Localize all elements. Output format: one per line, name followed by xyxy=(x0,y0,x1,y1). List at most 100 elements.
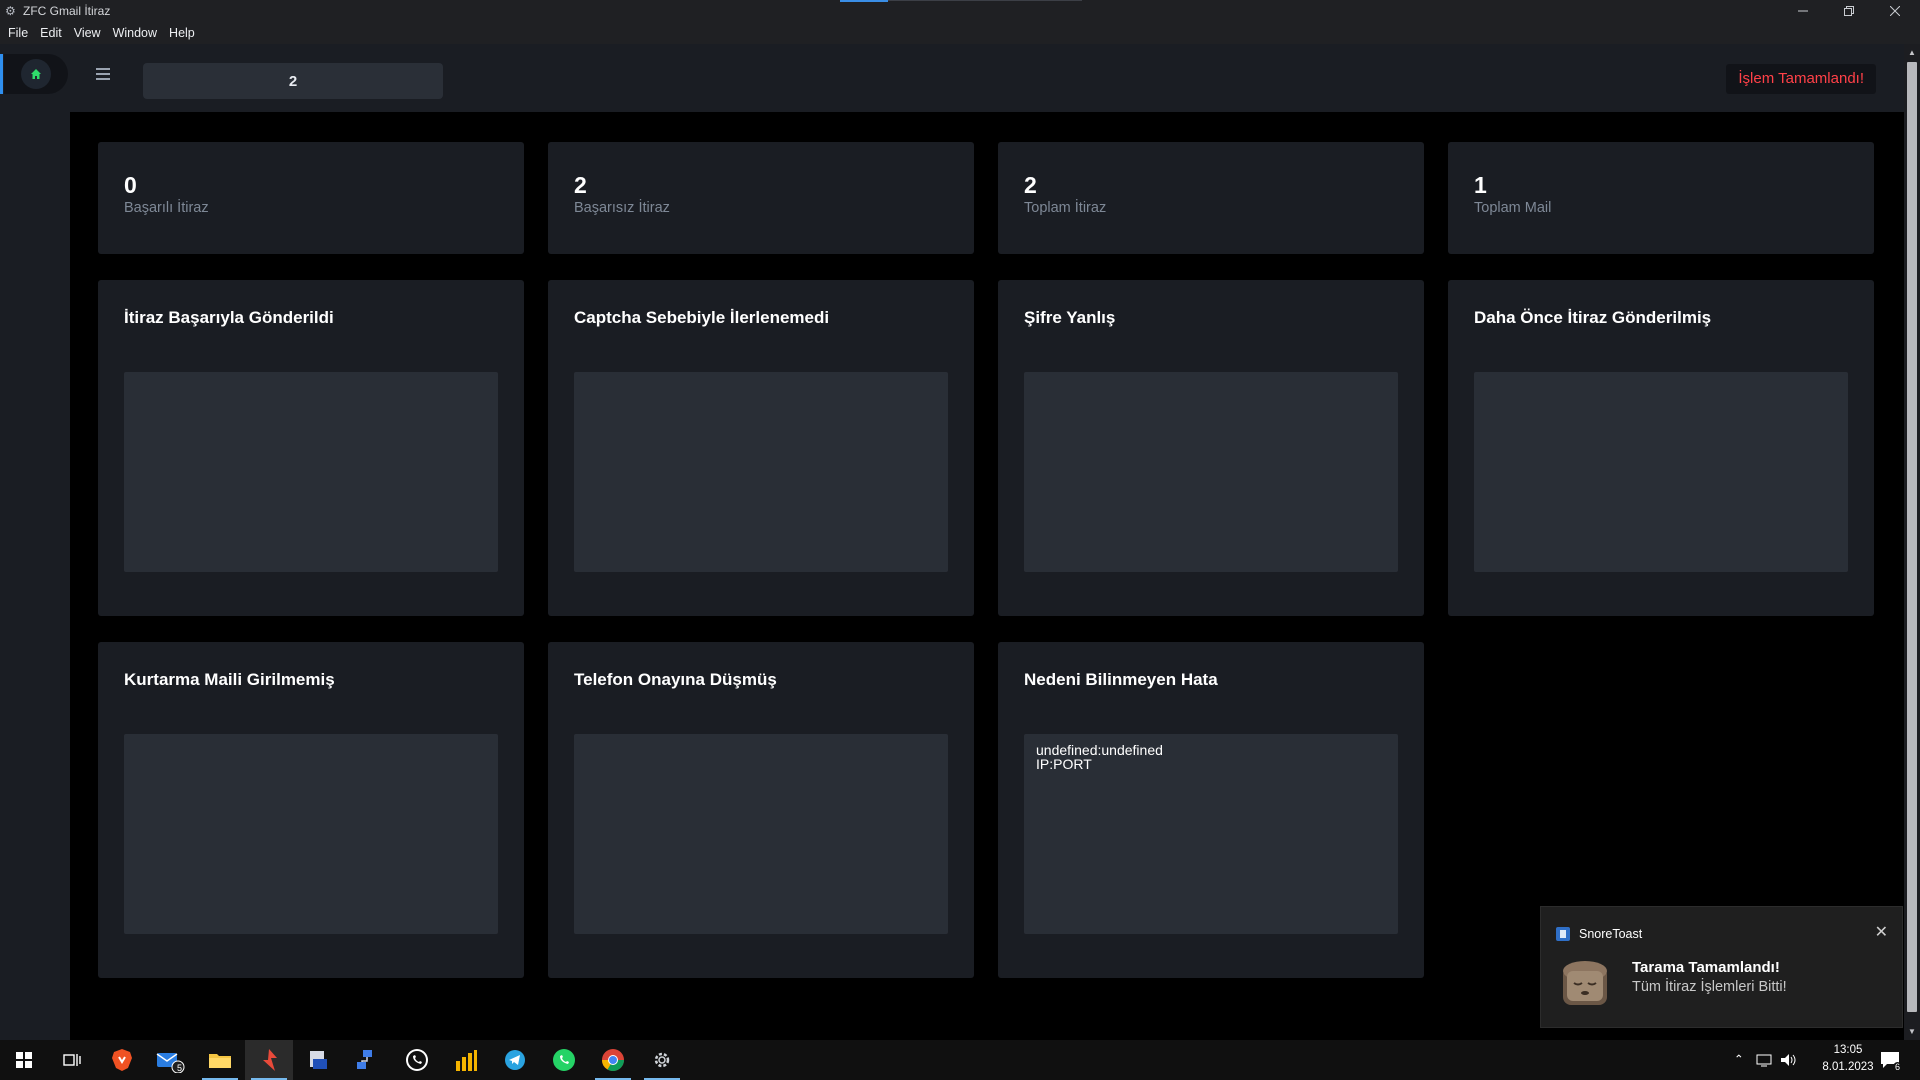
folder-icon xyxy=(209,1054,231,1068)
panel-output-box[interactable]: undefined:undefined IP:PORT xyxy=(1024,734,1398,934)
volume-icon[interactable] xyxy=(1780,1052,1796,1068)
app-gear-icon: ⚙ xyxy=(5,4,16,18)
menu-edit[interactable]: Edit xyxy=(35,26,67,40)
panel-title: İtiraz Başarıyla Gönderildi xyxy=(124,308,334,327)
toast-title: Tarama Tamamlandı! xyxy=(1632,959,1780,976)
panel-phone-verification: Telefon Onayına Düşmüş xyxy=(548,642,974,978)
menu-bar: File Edit View Window Help xyxy=(0,22,1920,44)
stat-card-total-appeals: 2 Toplam İtiraz xyxy=(998,142,1424,254)
taskbar-mail[interactable]: 5 xyxy=(146,1040,194,1080)
taskbar: 5 ⌃ 13:05 8.01.2023 6 xyxy=(0,1040,1920,1080)
brave-icon xyxy=(112,1049,132,1071)
gear-icon xyxy=(654,1052,670,1068)
chrome-icon xyxy=(602,1049,624,1071)
whatsapp-icon xyxy=(406,1049,428,1071)
panel-unknown-error: Nedeni Bilinmeyen Hata undefined:undefin… xyxy=(998,642,1424,978)
stat-label: Başarısız İtiraz xyxy=(574,200,670,216)
restore-button[interactable] xyxy=(1826,0,1872,22)
taskbar-file-explorer[interactable] xyxy=(196,1040,244,1080)
minimize-icon xyxy=(1798,10,1808,12)
scroll-up-icon[interactable]: ▲ xyxy=(1908,48,1916,57)
panel-output-box[interactable] xyxy=(124,734,498,934)
home-icon xyxy=(31,69,41,79)
stat-card-total-mail: 1 Toplam Mail xyxy=(1448,142,1874,254)
toast-notification[interactable]: SnoreToast ✕ Tarama Tamamlandı! Tüm İtir… xyxy=(1540,906,1903,1028)
network-icon[interactable] xyxy=(1756,1053,1772,1067)
network-tool-icon xyxy=(357,1050,372,1069)
panel-sent-successfully: İtiraz Başarıyla Gönderildi xyxy=(98,280,524,616)
panel-title: Kurtarma Maili Girilmemiş xyxy=(124,670,335,689)
zfc-app-icon xyxy=(263,1049,277,1071)
scrollbar[interactable]: ▲ ▼ xyxy=(1904,44,1920,1040)
windows-logo-icon xyxy=(16,1052,32,1068)
menu-help[interactable]: Help xyxy=(164,26,200,40)
taskbar-telegram[interactable] xyxy=(491,1040,539,1080)
document-scanner-icon xyxy=(310,1051,327,1069)
menu-file[interactable]: File xyxy=(3,26,33,40)
sidebar-active-indicator xyxy=(0,54,3,94)
task-view-button[interactable] xyxy=(48,1040,96,1080)
taskbar-whatsapp[interactable] xyxy=(393,1040,441,1080)
window-title: ZFC Gmail İtiraz xyxy=(23,4,111,18)
panel-title: Telefon Onayına Düşmüş xyxy=(574,670,777,689)
taskbar-whatsapp-2[interactable] xyxy=(540,1040,588,1080)
panel-already-sent: Daha Önce İtiraz Gönderilmiş xyxy=(1448,280,1874,616)
close-icon xyxy=(1890,6,1900,16)
app-area: İşlem Tamamlandı! 0 Başarılı İtiraz 2 Ba… xyxy=(0,44,1904,1040)
menu-window[interactable]: Window xyxy=(108,26,162,40)
toast-close-icon[interactable]: ✕ xyxy=(1875,922,1888,942)
home-icon-wrapper xyxy=(21,59,51,89)
stat-value: 1 xyxy=(1474,172,1487,198)
panel-output-box[interactable] xyxy=(1474,372,1848,572)
status-badge: İşlem Tamamlandı! xyxy=(1726,64,1876,94)
close-button[interactable] xyxy=(1872,0,1918,22)
minimize-button[interactable] xyxy=(1780,0,1826,22)
toast-body: Tüm İtiraz İşlemleri Bitti! xyxy=(1632,979,1787,995)
taskbar-brave[interactable] xyxy=(98,1040,146,1080)
taskbar-settings-app[interactable] xyxy=(638,1040,686,1080)
menu-view[interactable]: View xyxy=(69,26,106,40)
whatsapp-icon xyxy=(553,1049,575,1071)
scroll-down-icon[interactable]: ▼ xyxy=(1908,1027,1916,1036)
panel-output-box[interactable] xyxy=(124,372,498,572)
panel-output-box[interactable] xyxy=(574,372,948,572)
taskbar-zfc-app[interactable] xyxy=(245,1040,293,1080)
panel-no-recovery-mail: Kurtarma Maili Girilmemiş xyxy=(98,642,524,978)
notification-count-badge: 6 xyxy=(1893,1062,1903,1072)
stat-card-successful: 0 Başarılı İtiraz xyxy=(98,142,524,254)
sidebar xyxy=(0,44,70,1040)
panel-output-box[interactable] xyxy=(574,734,948,934)
stat-label: Toplam İtiraz xyxy=(1024,200,1107,216)
panel-captcha: Captcha Sebebiyle İlerlenemedi xyxy=(548,280,974,616)
hamburger-menu-icon[interactable] xyxy=(96,68,110,80)
panel-title: Captcha Sebebiyle İlerlenemedi xyxy=(574,308,830,327)
taskbar-chart-app[interactable] xyxy=(442,1040,490,1080)
sidebar-item-home[interactable] xyxy=(4,54,68,94)
scroll-thumb[interactable] xyxy=(1907,62,1917,1012)
title-separator xyxy=(888,0,1082,1)
tray-chevron-up-icon[interactable]: ⌃ xyxy=(1734,1052,1744,1066)
toast-snore-image xyxy=(1563,961,1607,1005)
title-focus-indicator xyxy=(840,0,888,2)
top-bar: İşlem Tamamlandı! xyxy=(70,44,1904,112)
snoretoast-app-icon xyxy=(1556,927,1570,941)
stat-value: 2 xyxy=(1024,172,1037,198)
stat-label: Başarılı İtiraz xyxy=(124,200,209,216)
panel-title: Daha Önce İtiraz Gönderilmiş xyxy=(1474,308,1712,327)
panel-wrong-password: Şifre Yanlış xyxy=(998,280,1424,616)
title-bar: ⚙ ZFC Gmail İtiraz xyxy=(0,0,1920,22)
mail-badge: 5 xyxy=(177,1063,183,1073)
bar-chart-icon xyxy=(456,1050,477,1071)
count-field[interactable] xyxy=(143,63,443,99)
restore-icon xyxy=(1844,6,1854,16)
task-view-icon xyxy=(63,1054,81,1066)
telegram-icon xyxy=(505,1050,525,1070)
stat-card-failed: 2 Başarısız İtiraz xyxy=(548,142,974,254)
start-button[interactable] xyxy=(0,1040,48,1080)
clock-time[interactable]: 13:05 xyxy=(1818,1044,1878,1056)
taskbar-app-1[interactable] xyxy=(294,1040,342,1080)
taskbar-chrome[interactable] xyxy=(589,1040,637,1080)
taskbar-app-2[interactable] xyxy=(342,1040,390,1080)
panel-output-box[interactable] xyxy=(1024,372,1398,572)
clock-date[interactable]: 8.01.2023 xyxy=(1808,1061,1888,1073)
